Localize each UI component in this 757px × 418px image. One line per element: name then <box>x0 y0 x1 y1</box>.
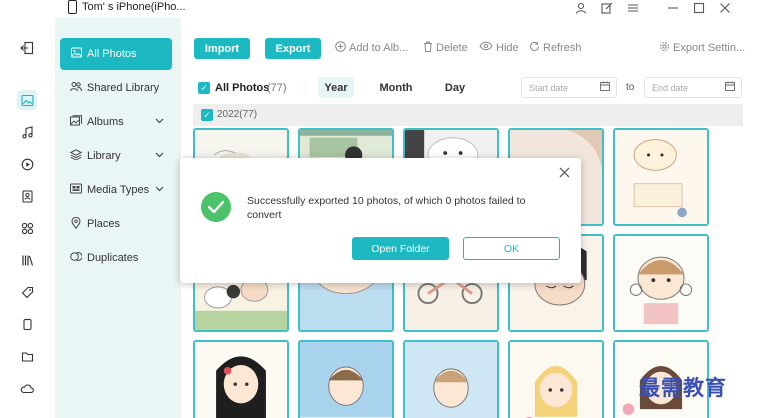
refresh-button[interactable]: Refresh <box>529 41 582 55</box>
edit-icon[interactable] <box>599 0 615 16</box>
hide-label: Hide <box>496 41 519 54</box>
nav-label: Shared Library <box>87 82 160 94</box>
year-group-label: 2022(77) <box>217 109 258 120</box>
plus-circle-icon <box>335 41 346 55</box>
nav-label: Albums <box>87 116 124 128</box>
start-date-placeholder: Start date <box>529 82 569 93</box>
device-icon[interactable] <box>17 314 37 334</box>
apps-icon[interactable] <box>17 218 37 238</box>
open-folder-button[interactable]: Open Folder <box>352 237 449 260</box>
photo-thumbnail[interactable] <box>613 128 709 226</box>
chevron-down-icon[interactable] <box>155 184 164 194</box>
photo-thumbnail[interactable] <box>403 340 499 418</box>
export-result-dialog: Successfully exported 10 photos, of whic… <box>180 158 581 283</box>
select-all-checkbox[interactable]: ✓ <box>198 82 210 94</box>
cloud-icon[interactable] <box>17 378 37 398</box>
date-range-to: to <box>626 82 635 93</box>
nav-label: Library <box>87 150 121 162</box>
toolbar: Import Export Add to Alb... Delete Hide … <box>181 18 757 74</box>
gear-icon <box>659 41 670 55</box>
calendar-icon <box>600 81 610 94</box>
end-date-placeholder: End date <box>652 82 689 93</box>
tab-day[interactable]: Day <box>436 77 474 98</box>
success-check-icon <box>201 192 231 222</box>
folder-icon[interactable] <box>17 346 37 366</box>
tab-month[interactable]: Month <box>371 77 421 98</box>
nav-label: Duplicates <box>87 252 139 264</box>
books-icon[interactable] <box>17 250 37 270</box>
import-button[interactable]: Import <box>194 38 250 59</box>
photos-icon[interactable] <box>17 90 37 110</box>
all-photos-label: All Photos <box>215 82 270 94</box>
ok-button[interactable]: OK <box>463 237 560 260</box>
year-group-checkbox[interactable]: ✓ <box>201 109 213 121</box>
watermark-logo: 最需教育 <box>639 375 727 400</box>
title-bar: Tom' s iPhone(iPho... <box>0 0 757 18</box>
nav-label: All Photos <box>87 48 137 60</box>
layers-icon <box>69 149 83 163</box>
tag-icon[interactable] <box>17 282 37 302</box>
dialog-message: Successfully exported 10 photos, of whic… <box>247 195 526 221</box>
people-icon <box>69 81 83 95</box>
contacts-icon[interactable] <box>17 186 37 206</box>
refresh-label: Refresh <box>543 42 582 54</box>
nav-label: Places <box>87 218 121 230</box>
calendar-icon <box>725 81 735 94</box>
nav-item-all-photos[interactable]: All Photos <box>60 38 172 70</box>
nav-item-library[interactable]: Library <box>60 140 172 172</box>
add-to-album-button[interactable]: Add to Alb... <box>335 41 408 55</box>
close-icon[interactable] <box>559 165 570 182</box>
nav-item-places[interactable]: Places <box>60 208 172 240</box>
photo-count: (77) <box>267 82 287 94</box>
photo-thumbnail[interactable] <box>508 340 604 418</box>
filter-bar: ✓ All Photos (77) Year Month Day Start d… <box>181 74 757 102</box>
start-date-input[interactable]: Start date <box>521 77 617 98</box>
music-icon[interactable] <box>17 122 37 142</box>
minimize-icon[interactable] <box>665 0 681 16</box>
eye-icon <box>479 41 493 54</box>
refresh-icon <box>529 41 540 55</box>
back-icon[interactable] <box>17 38 37 58</box>
nav-label: Media Types <box>87 184 150 196</box>
year-group-header: ✓ 2022(77) <box>193 104 743 126</box>
menu-icon[interactable] <box>625 0 641 16</box>
nav-panel: All Photos Shared Library Albums Library… <box>55 18 181 418</box>
chevron-down-icon[interactable] <box>155 116 164 126</box>
photo-icon <box>69 47 83 61</box>
delete-label: Delete <box>436 42 468 54</box>
export-settings-label: Export Settin... <box>673 42 746 54</box>
photo-thumbnail[interactable] <box>613 234 709 332</box>
close-icon[interactable] <box>717 0 733 16</box>
tab-year[interactable]: Year <box>318 77 354 98</box>
duplicate-icon <box>69 251 83 265</box>
photo-thumbnail[interactable] <box>298 340 394 418</box>
nav-item-media-types[interactable]: Media Types <box>60 174 172 206</box>
maximize-icon[interactable] <box>691 0 707 16</box>
user-icon[interactable] <box>573 0 589 16</box>
album-icon <box>69 115 83 129</box>
nav-item-albums[interactable]: Albums <box>60 106 172 138</box>
phone-icon <box>68 0 77 14</box>
left-rail <box>0 18 55 418</box>
hide-button[interactable]: Hide <box>479 41 519 54</box>
window-title: Tom' s iPhone(iPho... <box>82 1 186 13</box>
export-settings-button[interactable]: Export Settin... <box>659 41 745 55</box>
export-button[interactable]: Export <box>265 38 321 59</box>
media-icon <box>69 183 83 197</box>
add-to-album-label: Add to Alb... <box>349 42 409 54</box>
video-icon[interactable] <box>17 154 37 174</box>
photo-thumbnail[interactable] <box>193 340 289 418</box>
location-pin-icon <box>69 216 83 232</box>
trash-icon <box>423 41 433 55</box>
nav-item-shared-library[interactable]: Shared Library <box>60 72 172 104</box>
delete-button[interactable]: Delete <box>423 41 468 55</box>
nav-item-duplicates[interactable]: Duplicates <box>60 242 172 274</box>
chevron-down-icon[interactable] <box>155 150 164 160</box>
end-date-input[interactable]: End date <box>644 77 742 98</box>
